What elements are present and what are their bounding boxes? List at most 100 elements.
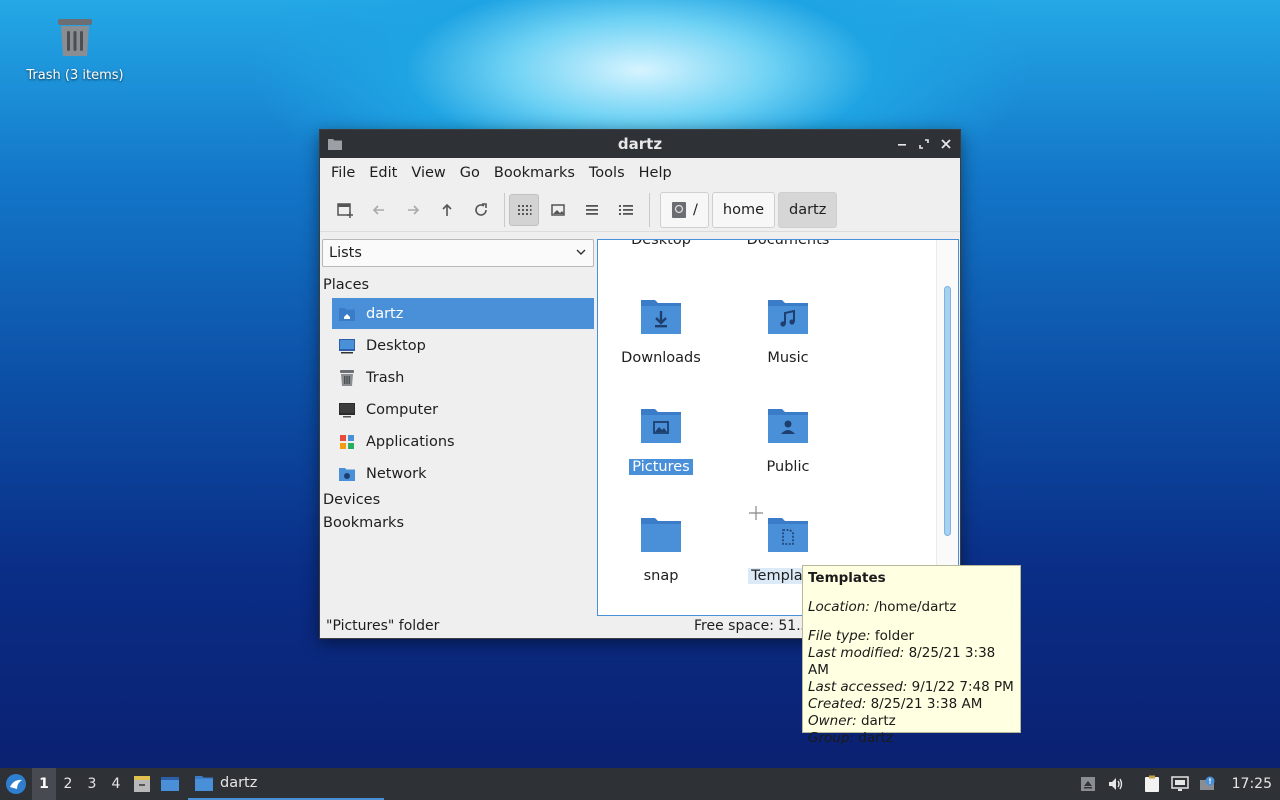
desktop-trash[interactable]: Trash (3 items) xyxy=(20,16,130,83)
breadcrumb: / home dartz xyxy=(660,191,838,228)
menu-go[interactable]: Go xyxy=(453,165,487,181)
network-wired-icon xyxy=(1170,776,1189,791)
file-item-desktop[interactable]: Desktop xyxy=(602,239,720,248)
notification-button[interactable] xyxy=(1194,768,1222,800)
menu-bookmarks[interactable]: Bookmarks xyxy=(487,165,582,181)
menu-help[interactable]: Help xyxy=(632,165,679,181)
file-name: Public xyxy=(766,459,810,475)
close-button[interactable] xyxy=(936,134,956,154)
file-name: Music xyxy=(767,350,809,366)
grid-view-icon xyxy=(518,204,532,215)
file-name: Downloads xyxy=(621,350,701,366)
status-selection: "Pictures" folder xyxy=(326,618,440,634)
breadcrumb-dartz[interactable]: dartz xyxy=(778,191,838,228)
arrow-left-icon xyxy=(372,204,384,215)
breadcrumb-home[interactable]: home xyxy=(711,191,775,228)
maximize-button[interactable] xyxy=(914,134,934,154)
detailed-list-view-button[interactable] xyxy=(611,194,641,226)
minimize-icon xyxy=(898,144,906,146)
thumbnail-view-button[interactable] xyxy=(543,194,573,226)
file-item-downloads[interactable]: Downloads xyxy=(602,296,720,366)
maximize-icon xyxy=(919,139,929,149)
back-button[interactable] xyxy=(364,194,394,226)
scrollbar-thumb[interactable] xyxy=(944,286,951,536)
eject-icon xyxy=(1080,777,1095,791)
folder-icon xyxy=(195,776,213,791)
show-desktop-button[interactable] xyxy=(156,768,184,800)
workspace-1[interactable]: 1 xyxy=(32,768,56,800)
status-free-space: Free space: 51.3 xyxy=(694,618,810,634)
breadcrumb-root-label: / xyxy=(693,201,698,218)
music-folder-icon xyxy=(768,300,808,334)
tooltip-group: Group: dartz xyxy=(808,730,894,746)
detailed-list-icon xyxy=(619,204,633,215)
tooltip-title: Templates xyxy=(808,570,886,586)
desktop-icon xyxy=(338,337,356,355)
sidebar-item-computer[interactable]: Computer xyxy=(332,394,594,425)
file-cabinet-icon xyxy=(134,776,150,792)
up-button[interactable] xyxy=(432,194,462,226)
sidebar-item-network[interactable]: Network xyxy=(332,458,594,489)
menu-edit[interactable]: Edit xyxy=(362,165,404,181)
toolbar-separator xyxy=(504,192,505,227)
sidebar-item-trash[interactable]: Trash xyxy=(332,362,594,393)
devices-header[interactable]: Devices xyxy=(323,492,380,508)
breadcrumb-dartz-label: dartz xyxy=(789,201,827,218)
menu-view[interactable]: View xyxy=(404,165,452,181)
arrow-up-icon xyxy=(442,203,452,216)
file-view[interactable]: Desktop Documents Downloads Music Pictur… xyxy=(597,239,959,616)
workspace-2[interactable]: 2 xyxy=(56,768,80,800)
taskbar-window-dartz[interactable]: dartz xyxy=(188,768,384,800)
sidebar-item-label: Network xyxy=(366,465,427,482)
file-manager-launcher[interactable] xyxy=(128,768,156,800)
public-folder-icon xyxy=(768,409,808,443)
file-name: Documents xyxy=(746,239,830,248)
window-title: dartz xyxy=(617,135,663,153)
places-header[interactable]: Places xyxy=(323,277,369,293)
file-item-pictures[interactable]: Pictures xyxy=(602,405,720,475)
new-tab-button[interactable] xyxy=(330,194,360,226)
file-item-public[interactable]: Public xyxy=(729,405,847,475)
menu-file[interactable]: File xyxy=(324,165,362,181)
breadcrumb-root[interactable]: / xyxy=(660,191,709,228)
desktop-icon xyxy=(161,777,179,791)
arrow-right-icon xyxy=(408,204,420,215)
workspace-4[interactable]: 4 xyxy=(104,768,128,800)
reload-icon xyxy=(475,202,487,216)
applications-icon xyxy=(338,433,356,451)
vertical-scrollbar[interactable] xyxy=(936,240,958,615)
network-status-button[interactable] xyxy=(1166,768,1194,800)
reload-button[interactable] xyxy=(466,194,496,226)
sidebar-item-desktop[interactable]: Desktop xyxy=(332,330,594,361)
sidebar-item-dartz[interactable]: dartz xyxy=(332,298,594,329)
sidebar-item-applications[interactable]: Applications xyxy=(332,426,594,457)
minimize-button[interactable] xyxy=(892,134,912,154)
icon-view-button[interactable] xyxy=(509,193,539,226)
volume-button[interactable] xyxy=(1102,768,1130,800)
pictures-folder-icon xyxy=(641,409,681,443)
sidebar-mode-select[interactable]: Lists xyxy=(322,239,594,267)
sidebar: Lists Places dartz Desktop Trash Compute… xyxy=(320,234,596,612)
eject-button[interactable] xyxy=(1074,768,1102,800)
sidebar-item-label: Trash xyxy=(366,369,405,386)
menu-tools[interactable]: Tools xyxy=(582,165,632,181)
computer-icon xyxy=(338,401,356,419)
start-menu-button[interactable] xyxy=(0,768,32,800)
clock[interactable]: 17:25 xyxy=(1222,776,1280,792)
file-item-music[interactable]: Music xyxy=(729,296,847,366)
compact-view-button[interactable] xyxy=(577,194,607,226)
bookmarks-header[interactable]: Bookmarks xyxy=(323,515,404,531)
forward-button[interactable] xyxy=(398,194,428,226)
clipboard-button[interactable] xyxy=(1138,768,1166,800)
image-icon xyxy=(551,203,565,216)
file-item-snap[interactable]: snap xyxy=(602,514,720,584)
trash-can-icon xyxy=(58,19,92,56)
tooltip-accessed: Last accessed: 9/1/22 7:48 PM xyxy=(808,679,1014,695)
window-titlebar[interactable]: dartz xyxy=(320,130,960,158)
menu-bar: File Edit View Go Bookmarks Tools Help xyxy=(320,158,960,188)
desktop-trash-label: Trash (3 items) xyxy=(26,68,124,83)
workspace-3[interactable]: 3 xyxy=(80,768,104,800)
file-name: Desktop xyxy=(631,239,691,248)
file-item-documents[interactable]: Documents xyxy=(729,239,847,248)
sidebar-item-label: Applications xyxy=(366,433,455,450)
